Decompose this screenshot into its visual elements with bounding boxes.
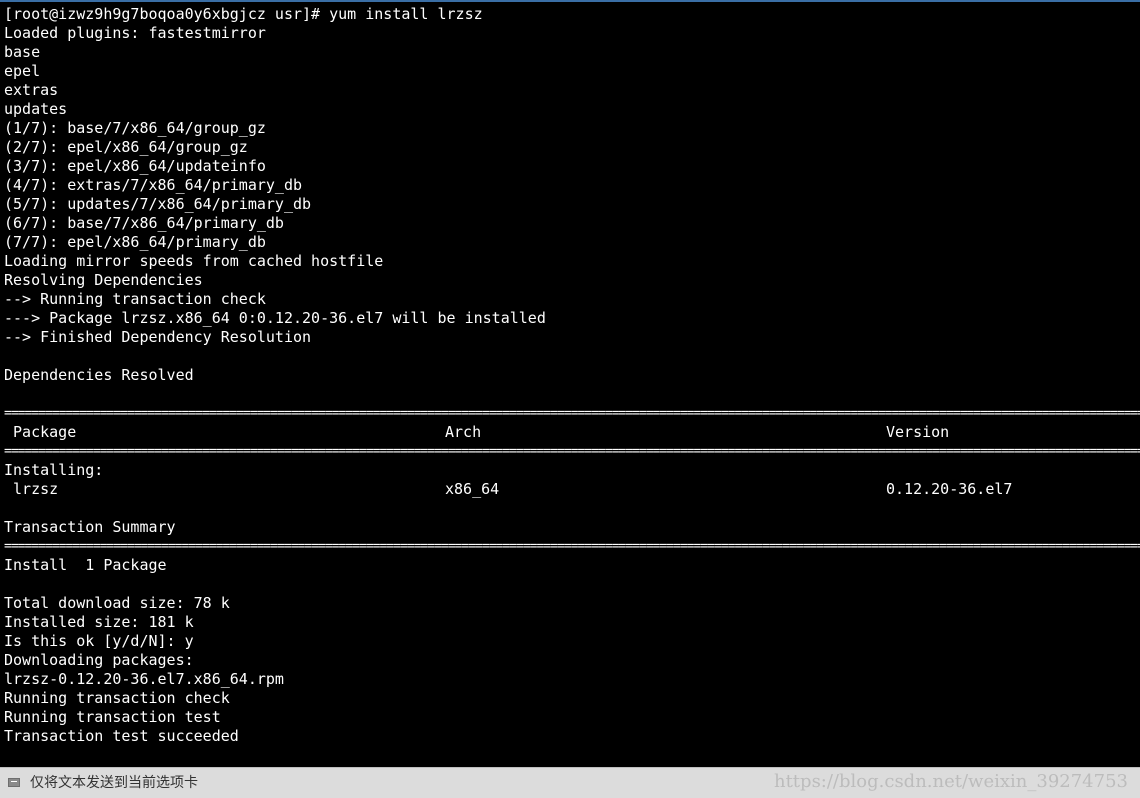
header-package: Package xyxy=(4,423,77,441)
terminal-line: Install 1 Package xyxy=(4,556,167,574)
terminal-line: Installing: xyxy=(4,461,104,479)
terminal-line: --> Running transaction check xyxy=(4,290,266,308)
terminal-line: (6/7): base/7/x86_64/primary_db xyxy=(4,214,284,232)
terminal-line: Loading mirror speeds from cached hostfi… xyxy=(4,252,384,270)
send-icon[interactable] xyxy=(8,778,20,787)
terminal-line: Total download size: 78 k xyxy=(4,594,230,612)
terminal-line: Resolving Dependencies xyxy=(4,271,203,289)
header-arch: Arch xyxy=(445,423,482,441)
terminal-line: (5/7): updates/7/x86_64/primary_db xyxy=(4,195,312,213)
terminal-line: Running transaction test xyxy=(4,708,221,726)
terminal-line: (4/7): extras/7/x86_64/primary_db xyxy=(4,176,303,194)
terminal-line: Is this ok [y/d/N]: y xyxy=(4,632,194,650)
row-arch: x86_64 xyxy=(445,480,500,498)
terminal-line: updates xyxy=(4,100,68,118)
row-version: 0.12.20-36.el7 xyxy=(886,480,1013,498)
terminal-line: lrzsz-0.12.20-36.el7.x86_64.rpm xyxy=(4,670,284,688)
terminal-line: --> Finished Dependency Resolution xyxy=(4,328,312,346)
terminal-line: base xyxy=(4,43,41,61)
table-header-row: Package Arch Version xyxy=(0,423,1140,442)
terminal-line: Dependencies Resolved xyxy=(4,366,194,384)
terminal-line: (3/7): epel/x86_64/updateinfo xyxy=(4,157,266,175)
watermark: https://blog.csdn.net/weixin_39274753 xyxy=(773,771,1128,792)
row-package: lrzsz xyxy=(4,480,59,498)
window-top-border xyxy=(0,0,1140,2)
terminal-line: Loaded plugins: fastestmirror xyxy=(4,24,266,42)
status-bar: 仅将文本发送到当前选项卡 https://blog.csdn.net/weixi… xyxy=(0,767,1140,798)
terminal-line: Transaction test succeeded xyxy=(4,727,239,745)
send-mode-label[interactable]: 仅将文本发送到当前选项卡 xyxy=(30,775,198,792)
terminal-line: Downloading packages: xyxy=(4,651,194,669)
separator-line: ========================================… xyxy=(4,444,1140,459)
terminal-line: Transaction Summary xyxy=(4,518,176,536)
terminal-line: Installed size: 181 k xyxy=(4,613,194,631)
terminal-line: epel xyxy=(4,62,41,80)
terminal-line: Running transaction check xyxy=(4,689,230,707)
table-row: lrzsz x86_64 0.12.20-36.el7 xyxy=(0,480,1140,499)
terminal-line: ---> Package lrzsz.x86_64 0:0.12.20-36.e… xyxy=(4,309,546,327)
terminal-line: [root@izwz9h9g7boqoa0y6xbgjcz usr]# yum … xyxy=(4,5,483,23)
separator-line: ========================================… xyxy=(4,539,1140,554)
terminal-line: (2/7): epel/x86_64/group_gz xyxy=(4,138,248,156)
terminal-line: extras xyxy=(4,81,59,99)
separator-line: ========================================… xyxy=(4,406,1140,421)
header-version: Version xyxy=(886,423,950,441)
terminal-output[interactable]: [root@izwz9h9g7boqoa0y6xbgjcz usr]# yum … xyxy=(0,5,1140,767)
terminal-window: [root@izwz9h9g7boqoa0y6xbgjcz usr]# yum … xyxy=(0,0,1140,798)
terminal-line: (1/7): base/7/x86_64/group_gz xyxy=(4,119,266,137)
terminal-line: (7/7): epel/x86_64/primary_db xyxy=(4,233,266,251)
